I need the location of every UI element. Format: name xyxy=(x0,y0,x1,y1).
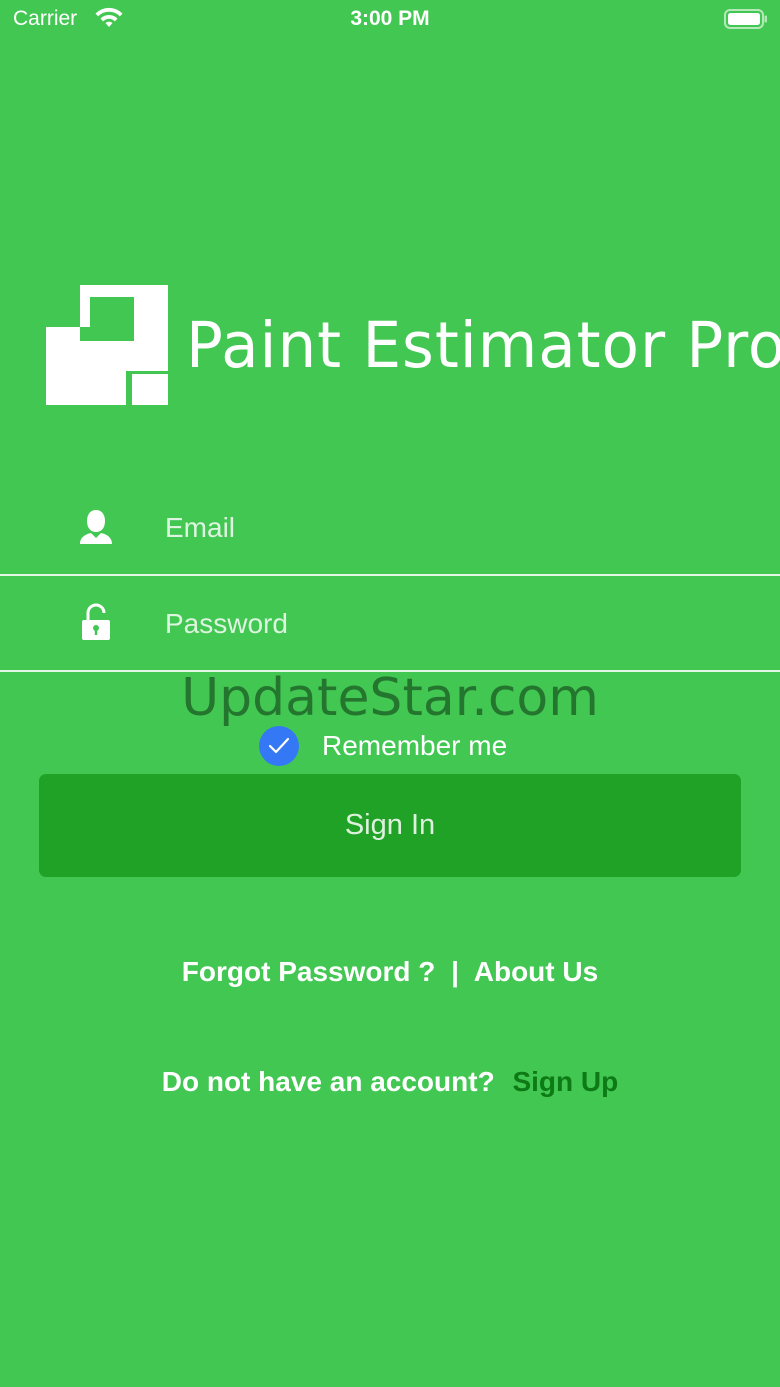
paint-estimator-logo-icon xyxy=(46,285,168,407)
user-icon xyxy=(80,510,112,544)
email-row xyxy=(0,480,780,576)
app-title: Paint Estimator Pro xyxy=(186,309,780,382)
app-logo-header: Paint Estimator Pro xyxy=(46,285,780,410)
watermark: UpdateStar.com xyxy=(181,668,599,728)
signup-row: Do not have an account? Sign Up xyxy=(0,1066,780,1098)
forgot-password-link[interactable]: Forgot Password ? xyxy=(182,956,436,987)
about-us-link[interactable]: About Us xyxy=(474,956,598,987)
battery-icon xyxy=(724,9,767,29)
checkmark-icon[interactable] xyxy=(259,726,299,766)
status-bar: Carrier 3:00 PM xyxy=(0,0,780,40)
remember-me-label[interactable]: Remember me xyxy=(322,730,507,762)
sign-up-link[interactable]: Sign Up xyxy=(512,1066,618,1097)
sign-in-button[interactable]: Sign In xyxy=(39,774,741,877)
clock: 3:00 PM xyxy=(350,7,430,30)
signup-prompt: Do not have an account? xyxy=(161,1066,495,1097)
password-field[interactable] xyxy=(165,602,725,646)
email-field[interactable] xyxy=(165,506,725,550)
secondary-links: Forgot Password ? | About Us xyxy=(0,956,780,988)
unlock-icon xyxy=(82,603,110,640)
password-row xyxy=(0,576,780,672)
links-separator: | xyxy=(451,956,459,987)
